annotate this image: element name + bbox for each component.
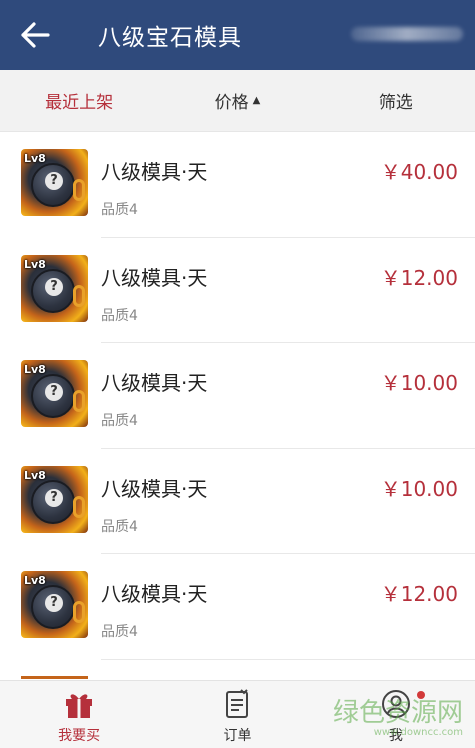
item-price: ￥10.00	[380, 476, 458, 501]
level-badge: Lv8	[24, 574, 46, 587]
blurred-header-element	[351, 27, 463, 41]
list-item[interactable]: ? Lv8 八级模具·天 品质4 ￥10.00	[0, 449, 475, 554]
item-quality: 品质4	[101, 413, 138, 429]
sort-bar: 最近上架 价格 ▲ 筛选	[0, 70, 475, 132]
product-list: ? Lv8 八级模具·天 品质4 ￥40.00 ? Lv8 八级模具·天 品质4…	[0, 132, 475, 660]
question-mark-icon: ?	[45, 383, 63, 401]
divider	[101, 658, 475, 660]
top-bar: 八级宝石模具	[0, 0, 475, 70]
item-thumbnail: ? Lv8	[21, 149, 88, 216]
watermark: 绿色资源网 www.downcc.com	[333, 692, 463, 738]
item-name: 八级模具·天	[101, 265, 208, 290]
back-arrow-icon	[21, 22, 50, 48]
chain-icon	[73, 390, 85, 412]
sort-recent-label: 最近上架	[45, 93, 114, 113]
sort-price-tab[interactable]: 价格 ▲	[158, 88, 316, 113]
level-badge: Lv8	[24, 152, 46, 165]
level-badge: Lv8	[24, 468, 46, 482]
page-title: 八级宝石模具	[98, 25, 242, 51]
filter-tab[interactable]: 筛选	[317, 88, 475, 113]
chain-icon	[73, 284, 85, 307]
partial-next-thumbnail	[21, 676, 88, 679]
question-mark-icon: ?	[45, 488, 63, 507]
chain-icon	[73, 495, 85, 518]
list-item[interactable]: ? Lv8 八级模具·天 品质4 ￥10.00	[0, 343, 475, 449]
item-name: 八级模具·天	[101, 582, 208, 606]
item-price: ￥40.00	[380, 160, 458, 184]
nav-orders[interactable]: 订单	[158, 681, 316, 748]
chain-icon	[73, 179, 85, 201]
item-price: ￥10.00	[380, 371, 458, 395]
question-mark-icon: ?	[45, 172, 63, 190]
item-quality: 品质4	[101, 624, 138, 640]
item-thumbnail: ? Lv8	[21, 360, 88, 427]
item-thumbnail: ? Lv8	[21, 571, 88, 638]
item-quality: 品质4	[101, 307, 138, 324]
sort-recent-tab[interactable]: 最近上架	[0, 88, 158, 113]
nav-buy[interactable]: 我要买	[0, 681, 158, 748]
nav-buy-label: 我要买	[58, 728, 101, 744]
item-quality: 品质4	[101, 202, 138, 218]
level-badge: Lv8	[24, 363, 46, 376]
item-thumbnail: ? Lv8	[21, 465, 88, 533]
question-mark-icon: ?	[45, 594, 63, 612]
watermark-text: 绿色资源网	[332, 698, 463, 728]
list-item[interactable]: ? Lv8 八级模具·天 品质4 ￥12.00	[0, 238, 475, 343]
question-mark-icon: ?	[45, 277, 63, 296]
item-name: 八级模具·天	[101, 476, 208, 501]
level-badge: Lv8	[24, 257, 46, 271]
item-price: ￥12.00	[380, 582, 458, 606]
caret-up-icon: ▲	[252, 95, 261, 106]
item-quality: 品质4	[101, 518, 138, 535]
sort-price-label: 价格	[214, 93, 249, 113]
gift-icon	[66, 694, 93, 718]
list-item[interactable]: ? Lv8 八级模具·天 品质4 ￥12.00	[0, 554, 475, 660]
back-button[interactable]	[0, 0, 70, 70]
item-name: 八级模具·天	[101, 160, 208, 184]
filter-label: 筛选	[378, 93, 413, 113]
item-thumbnail: ? Lv8	[21, 254, 88, 322]
item-name: 八级模具·天	[101, 371, 208, 395]
orders-icon	[226, 689, 249, 718]
nav-orders-label: 订单	[223, 728, 252, 744]
list-item[interactable]: ? Lv8 八级模具·天 品质4 ￥40.00	[0, 132, 475, 238]
chain-icon	[73, 601, 85, 623]
item-price: ￥12.00	[380, 265, 458, 290]
